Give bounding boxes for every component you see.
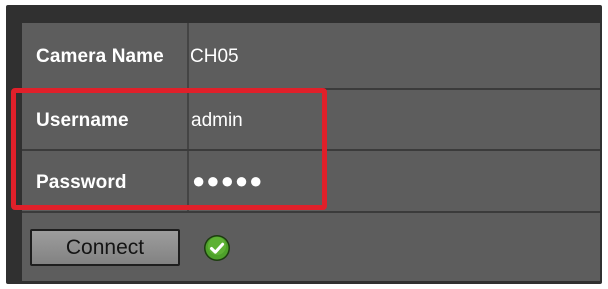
camera-name-row: Camera Name CH05 xyxy=(22,23,600,90)
password-row: Password ●●●●● xyxy=(22,151,600,213)
username-label: Username xyxy=(36,110,129,131)
username-row: Username admin xyxy=(22,90,600,151)
password-field[interactable]: ●●●●● xyxy=(192,168,263,194)
connect-button[interactable]: Connect xyxy=(30,229,180,266)
connect-row: Connect xyxy=(22,213,600,281)
camera-name-label: Camera Name xyxy=(36,46,164,67)
check-circle-icon xyxy=(204,235,230,261)
username-field[interactable]: admin xyxy=(191,110,243,132)
camera-settings-panel: Camera Name CH05 Username admin Password… xyxy=(22,23,600,281)
camera-name-field[interactable]: CH05 xyxy=(190,46,239,68)
password-label: Password xyxy=(36,172,127,193)
